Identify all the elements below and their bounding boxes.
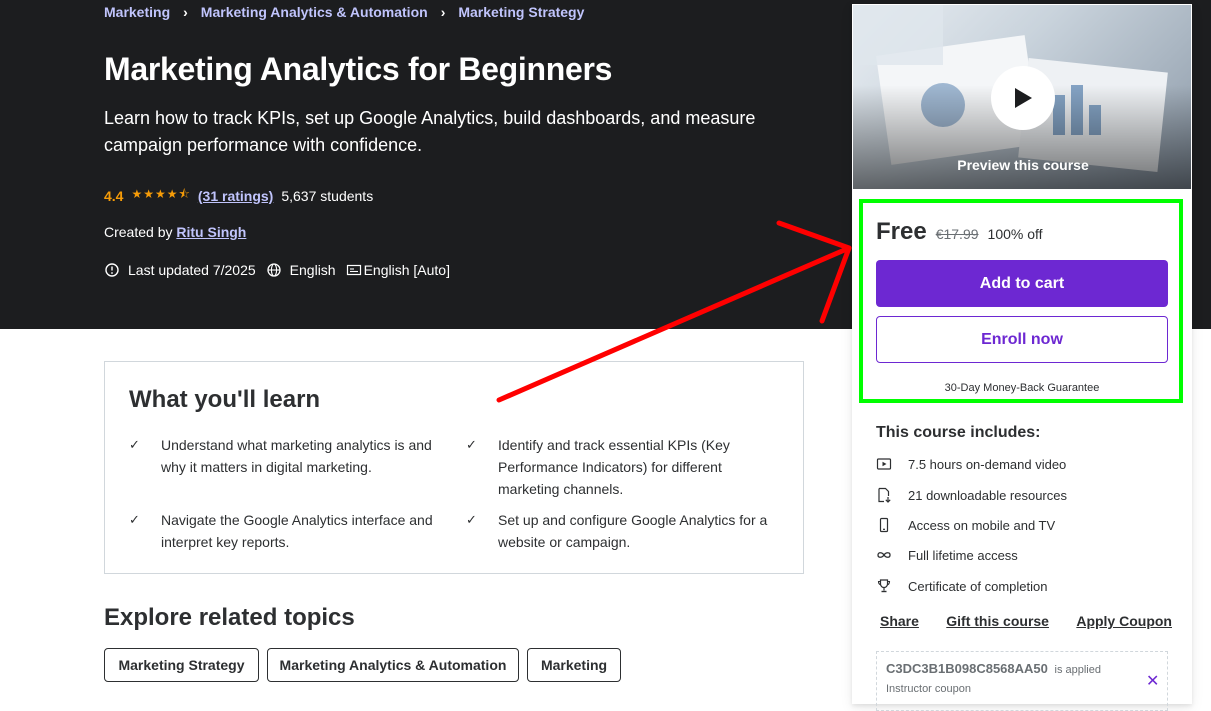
mobile-icon xyxy=(876,517,892,533)
sidebar-links: Share Gift this course Apply Coupon xyxy=(880,613,1172,629)
include-text: Certificate of completion xyxy=(908,578,1048,594)
coupon-box: C3DC3B1B098C8568AA50 is applied Instruct… xyxy=(876,651,1168,711)
gift-course-link[interactable]: Gift this course xyxy=(946,613,1049,629)
apply-coupon-link[interactable]: Apply Coupon xyxy=(1076,613,1172,629)
video-icon xyxy=(876,456,892,472)
coupon-code-line: C3DC3B1B098C8568AA50 is applied xyxy=(886,661,1101,676)
ratings-link[interactable]: (31 ratings) xyxy=(198,188,273,204)
rating-value: 4.4 xyxy=(104,187,124,204)
closed-captions-icon xyxy=(346,262,362,278)
download-file-icon xyxy=(876,487,892,503)
learn-item: ✓ Set up and configure Google Analytics … xyxy=(466,509,778,553)
include-text: Access on mobile and TV xyxy=(908,517,1056,533)
learn-item: ✓ Identify and track essential KPIs (Key… xyxy=(466,434,770,500)
include-item: Full lifetime access xyxy=(876,547,1018,563)
infinity-icon xyxy=(876,547,892,563)
course-preview[interactable]: Preview this course xyxy=(852,4,1192,190)
what-youll-learn: What you'll learn ✓ Understand what mark… xyxy=(104,361,804,574)
close-icon[interactable]: ✕ xyxy=(1146,671,1159,691)
chevron-right-icon: › xyxy=(440,4,446,20)
topic-chip-marketing-strategy[interactable]: Marketing Strategy xyxy=(104,648,259,682)
checkmark-icon: ✓ xyxy=(466,437,477,452)
globe-icon xyxy=(266,262,282,278)
breadcrumb-item-marketing[interactable]: Marketing xyxy=(104,4,170,20)
checkmark-icon: ✓ xyxy=(466,512,477,527)
include-text: 21 downloadable resources xyxy=(908,487,1067,503)
student-count: 5,637 students xyxy=(281,187,374,204)
instructor-link[interactable]: Ritu Singh xyxy=(176,224,246,240)
captions: English [Auto] xyxy=(363,262,450,278)
include-item: 7.5 hours on-demand video xyxy=(876,456,1066,472)
coupon-applied-label: is applied xyxy=(1054,664,1101,676)
current-price: Free xyxy=(876,218,927,245)
course-meta: Last updated 7/2025 English English [Aut… xyxy=(104,262,460,278)
learn-item-text: Navigate the Google Analytics interface … xyxy=(161,512,433,550)
learn-item: ✓ Understand what marketing analytics is… xyxy=(129,434,451,478)
original-price: €17.99 xyxy=(935,226,979,242)
money-back-guarantee: 30-Day Money-Back Guarantee xyxy=(944,382,1100,394)
language: English xyxy=(289,262,336,278)
rating-row: 4.4 ★★★★⯪ (31 ratings) 5,637 students xyxy=(104,185,373,206)
include-text: 7.5 hours on-demand video xyxy=(908,456,1067,472)
coupon-type: Instructor coupon xyxy=(886,683,971,695)
include-item: Certificate of completion xyxy=(876,578,1047,594)
include-item: 21 downloadable resources xyxy=(876,487,1067,503)
enroll-now-button[interactable]: Enroll now xyxy=(876,316,1168,363)
related-topics-heading: Explore related topics xyxy=(104,604,355,631)
learn-item: ✓ Navigate the Google Analytics interfac… xyxy=(129,509,451,553)
purchase-sidebar: Preview this course Free €17.99 100% off… xyxy=(852,4,1192,711)
breadcrumb-item-analytics[interactable]: Marketing Analytics & Automation xyxy=(201,4,428,20)
price-row: Free €17.99 100% off xyxy=(876,218,1043,246)
last-updated: Last updated 7/2025 xyxy=(128,262,256,278)
play-button[interactable] xyxy=(991,66,1055,130)
learn-item-text: Set up and configure Google Analytics fo… xyxy=(498,512,768,550)
learn-item-text: Identify and track essential KPIs (Key P… xyxy=(498,437,730,497)
course-subtitle: Learn how to track KPIs, set up Google A… xyxy=(104,108,756,155)
learn-item-text: Understand what marketing analytics is a… xyxy=(161,437,432,475)
coupon-code: C3DC3B1B098C8568AA50 xyxy=(886,661,1048,676)
learn-heading: What you'll learn xyxy=(129,386,321,413)
course-title: Marketing Analytics for Beginners xyxy=(104,51,613,87)
discount-percent: 100% off xyxy=(987,226,1043,242)
topic-chip-marketing[interactable]: Marketing xyxy=(527,648,621,682)
add-to-cart-button[interactable]: Add to cart xyxy=(876,260,1168,307)
checkmark-icon: ✓ xyxy=(129,512,140,527)
star-rating-icon: ★★★★⯪ xyxy=(131,187,191,201)
topic-chip-marketing-analytics[interactable]: Marketing Analytics & Automation xyxy=(267,648,519,682)
alert-clock-icon xyxy=(104,262,120,278)
created-by-label: Created by xyxy=(104,224,173,240)
include-item: Access on mobile and TV xyxy=(876,517,1055,533)
created-by: Created by Ritu Singh xyxy=(104,224,246,240)
breadcrumb-item-strategy[interactable]: Marketing Strategy xyxy=(458,4,584,20)
includes-heading: This course includes: xyxy=(876,424,1041,441)
share-link[interactable]: Share xyxy=(880,613,919,629)
preview-label: Preview this course xyxy=(957,157,1089,173)
trophy-icon xyxy=(876,578,892,594)
chevron-right-icon: › xyxy=(183,4,188,20)
include-text: Full lifetime access xyxy=(908,547,1018,563)
play-icon xyxy=(1015,88,1032,108)
checkmark-icon: ✓ xyxy=(129,437,140,452)
breadcrumb: Marketing › Marketing Analytics & Automa… xyxy=(104,4,584,20)
